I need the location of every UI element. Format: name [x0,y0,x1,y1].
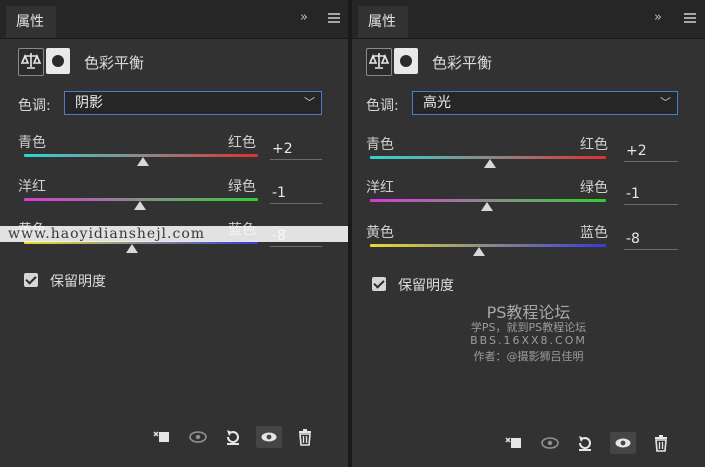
slider-right-label: 蓝色 [580,225,608,241]
slider-left-label: 青色 [366,137,394,153]
credit-author: 作者：@摄影狮吕佳明 [473,350,584,363]
preserve-luminosity-label: 保留明度 [398,278,454,294]
tone-selected-value: 阴影 [75,95,103,111]
slider-thumb[interactable] [137,157,150,166]
slider-right-label: 红色 [580,137,608,153]
panel-footer-toolbar [0,422,348,450]
tone-label: 色调: [366,98,399,114]
tab-properties[interactable]: 属性 [6,6,56,38]
clip-to-layer-icon[interactable] [500,432,526,454]
adjustment-title: 色彩平衡 [84,54,145,72]
slider-thumb[interactable] [125,244,138,253]
reset-icon[interactable] [572,432,598,454]
value-input[interactable]: -1 [624,183,678,205]
adjustment-title: 色彩平衡 [432,54,493,72]
slider-track[interactable] [370,244,606,247]
color-balance-icon[interactable] [18,48,44,76]
slider-right-label: 红色 [228,135,256,151]
clip-to-layer-icon[interactable] [148,426,174,448]
credit-slogan: 学PS，就到PS教程论坛 [470,321,587,334]
reset-icon[interactable] [220,426,246,448]
menu-icon[interactable] [684,13,696,23]
checkbox-checked-icon[interactable] [372,277,386,291]
slider-right-label: 绿色 [228,179,256,195]
preserve-luminosity-checkbox[interactable]: 保留明度 [372,276,572,296]
trash-icon[interactable] [648,432,674,454]
value-input[interactable]: +2 [270,138,322,160]
chevron-down-icon: ﹀ [660,96,671,109]
slider-right-label: 绿色 [580,180,608,196]
checkbox-checked-icon[interactable] [24,273,38,287]
slider-thumb[interactable] [480,202,493,211]
value-input[interactable]: -8 [624,228,678,250]
watermark-band: www.haoyidianshejl.com [0,226,348,242]
value-input[interactable]: -1 [270,182,322,204]
preserve-luminosity-label: 保留明度 [50,274,106,290]
layer-mask-icon[interactable] [46,48,70,74]
slider-magenta-green: 洋红 绿色 -1 [366,177,682,221]
slider-yellow-blue: 黄色 蓝色 -8 [366,222,682,266]
slider-cyan-red: 青色 红色 +2 [366,134,682,178]
slider-left-label: 青色 [18,135,46,151]
visibility-eye-icon[interactable] [610,432,636,454]
panel-tab-bar: 属性 » [0,0,348,39]
tab-properties[interactable]: 属性 [358,6,408,38]
value-input[interactable]: +2 [624,140,678,162]
layer-mask-icon[interactable] [394,48,418,74]
properties-panel-shadows: 属性 » 色彩平衡 色调: 阴影 ﹀ 青色 红色 +2 洋红 绿色 -1 黄色 … [0,0,348,467]
panel-tab-bar: 属性 » [352,0,705,39]
preserve-luminosity-checkbox[interactable]: 保留明度 [24,272,224,292]
view-previous-icon[interactable] [536,432,562,454]
slider-left-label: 洋红 [366,180,394,196]
credit-site: BBS.16XX8.COM [470,334,587,347]
tone-select[interactable]: 阴影 ﹀ [64,91,322,115]
tone-select[interactable]: 高光 ﹀ [412,91,678,115]
slider-left-label: 洋红 [18,179,46,195]
collapse-panel-icon[interactable]: » [654,10,662,25]
color-balance-icon[interactable] [366,48,392,76]
menu-icon[interactable] [328,13,340,23]
panel-footer-toolbar [352,428,705,456]
tone-label: 色调: [18,98,51,114]
chevron-down-icon: ﹀ [304,96,315,109]
view-previous-icon[interactable] [184,426,210,448]
collapse-panel-icon[interactable]: » [300,10,308,25]
slider-thumb[interactable] [133,201,146,210]
trash-icon[interactable] [292,426,318,448]
watermark-text: www.haoyidianshejl.com [8,226,206,242]
visibility-eye-icon[interactable] [256,426,282,448]
slider-magenta-green: 洋红 绿色 -1 [18,176,324,220]
slider-thumb[interactable] [472,247,485,256]
slider-cyan-red: 青色 红色 +2 [18,132,324,176]
tone-selected-value: 高光 [423,95,451,111]
slider-left-label: 黄色 [366,225,394,241]
properties-panel-highlights: 属性 » 色彩平衡 色调: 高光 ﹀ 青色 红色 +2 洋红 绿色 -1 黄色 … [352,0,705,467]
slider-thumb[interactable] [484,159,497,168]
